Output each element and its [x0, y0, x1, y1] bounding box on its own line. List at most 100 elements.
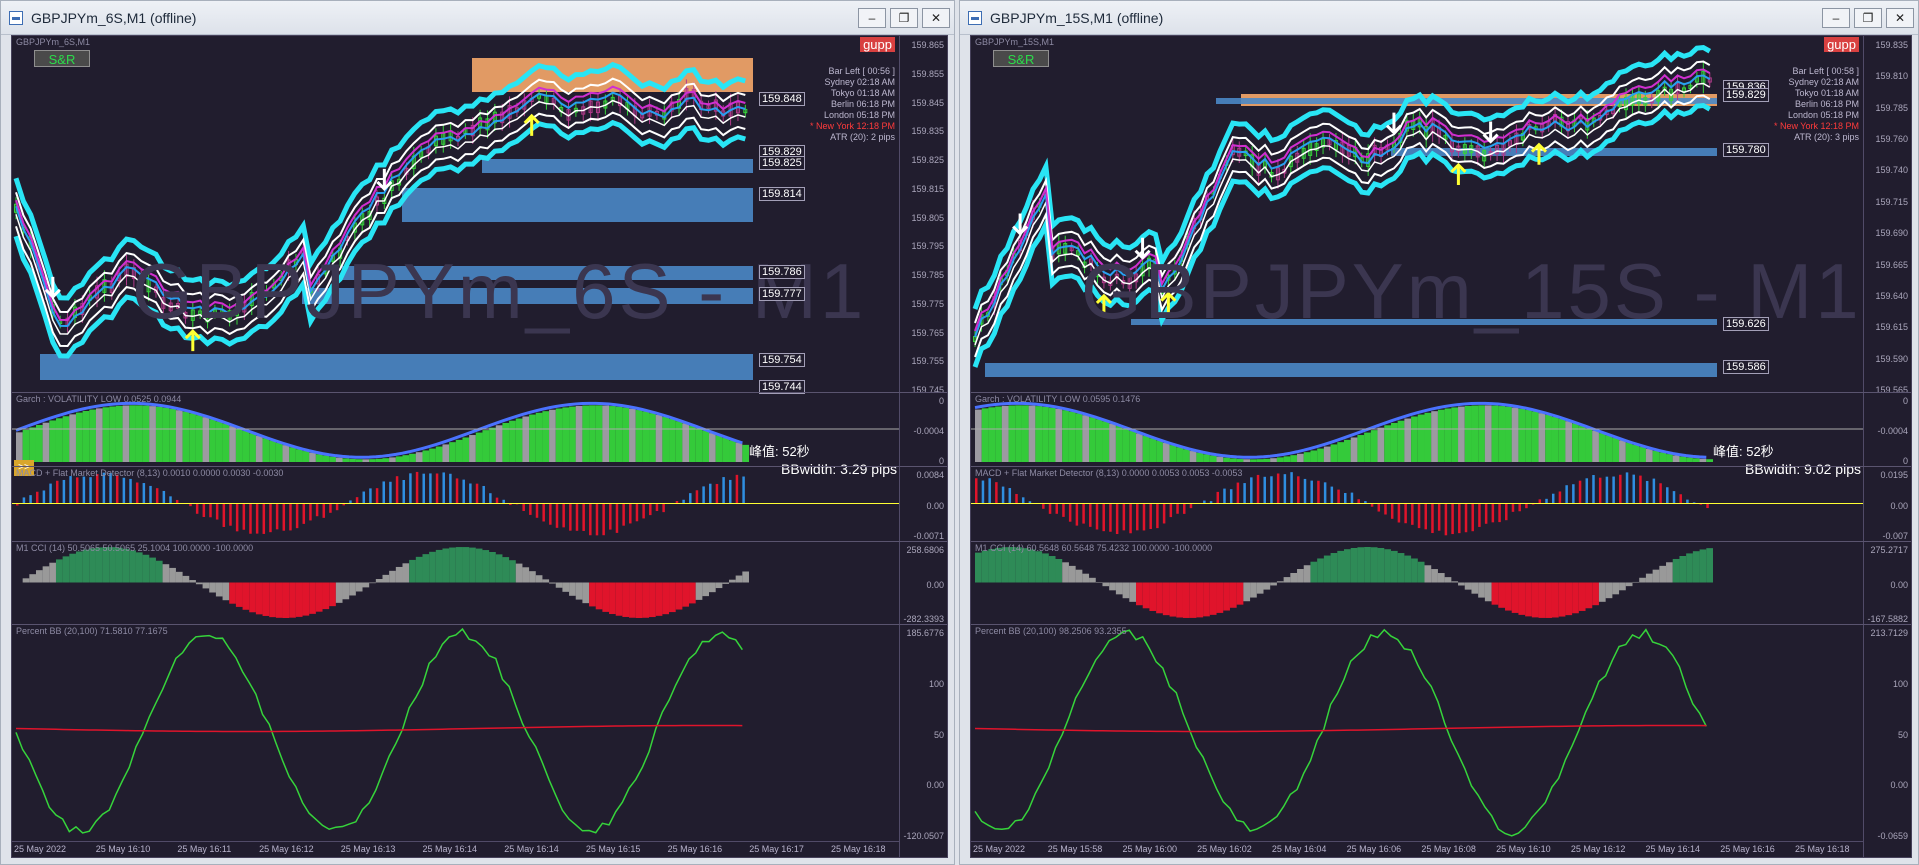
- maximize-button[interactable]: ❐: [890, 8, 918, 28]
- garch-bar: [1605, 435, 1613, 462]
- cci-bar: [389, 570, 396, 583]
- time-label: 25 May 16:17: [749, 844, 804, 854]
- macd-bar: [1256, 474, 1260, 504]
- minimize-button[interactable]: –: [1822, 8, 1850, 28]
- cci-bar: [1344, 549, 1351, 583]
- minimize-button[interactable]: –: [858, 8, 886, 28]
- cci-bar: [262, 582, 270, 616]
- cci-bar: [1330, 553, 1338, 583]
- macd-bar: [302, 503, 306, 524]
- garch-bar: [102, 407, 110, 462]
- cci-bar: [622, 582, 630, 617]
- cci-bar: [715, 582, 723, 589]
- cci-bar: [1384, 549, 1391, 583]
- macd-bar: [1317, 480, 1320, 504]
- garch-bar: [1370, 430, 1378, 462]
- cci-bar: [322, 582, 330, 610]
- time-axis[interactable]: 25 May 2022 25 May 15:58 25 May 16:00 25 Ma…: [971, 841, 1863, 857]
- indicator-tick: -0.0659: [1877, 831, 1908, 841]
- cci-bar: [1129, 582, 1137, 602]
- indicator-tick: -167.5882: [1867, 614, 1908, 624]
- session-line: Sydney 02:18 AM: [1788, 77, 1859, 87]
- percent-bb-signal: [974, 724, 1707, 733]
- maximize-button[interactable]: ❐: [1854, 8, 1882, 28]
- macd-bar: [35, 491, 39, 504]
- macd-bar: [522, 503, 525, 511]
- macd-bar: [122, 477, 126, 504]
- garch-bar: [1290, 455, 1298, 462]
- indicator-tick: -0.0004: [1877, 426, 1908, 436]
- price-tick: 159.785: [911, 270, 944, 280]
- macd-bar: [369, 488, 372, 504]
- macd-bar: [615, 503, 619, 533]
- macd-bar: [142, 483, 146, 504]
- macd-bar: [1444, 503, 1448, 536]
- garch-bar: [155, 406, 163, 462]
- chart-window-15s[interactable]: GBPJPYm_15S,M1 (offline) – ❐ ✕ GBPJPYm_1…: [959, 0, 1919, 865]
- close-button[interactable]: ✕: [1886, 8, 1914, 28]
- time-label: 25 May 16:10: [95, 844, 151, 854]
- macd-bar: [1645, 480, 1649, 504]
- macd-bar: [662, 503, 665, 513]
- chart-window-6s[interactable]: GBPJPYm_6S,M1 (offline) – ❐ ✕ GBPJPYm_6S…: [0, 0, 955, 865]
- close-button[interactable]: ✕: [922, 8, 950, 28]
- price-tick: 159.745: [911, 385, 944, 395]
- garch-bar: [582, 405, 590, 462]
- cci-bar: [455, 547, 463, 583]
- cci-bar: [1612, 582, 1620, 595]
- session-line: Bar Left [ 00:56 ]: [828, 66, 895, 76]
- macd-bar: [549, 503, 552, 525]
- garch-bar: [1323, 446, 1331, 462]
- title-bar[interactable]: GBPJPYm_6S,M1 (offline) – ❐ ✕: [1, 1, 954, 35]
- garch-bar: [1498, 406, 1506, 462]
- macd-bar: [82, 476, 86, 504]
- macd-bar: [69, 476, 72, 504]
- garch-bar: [1048, 407, 1056, 462]
- cci-bar: [1699, 549, 1707, 583]
- macd-bar: [1229, 489, 1233, 504]
- macd-bar: [1068, 503, 1072, 522]
- garch-bar: [1444, 408, 1452, 462]
- cci-bar: [1672, 558, 1680, 583]
- garch-bar: [1350, 437, 1358, 462]
- sr-button[interactable]: S&R: [34, 50, 90, 67]
- cci-bar: [1075, 569, 1083, 583]
- cci-bar: [629, 582, 636, 618]
- cci-bar: [1679, 556, 1687, 583]
- garch-bar: [715, 435, 723, 462]
- zone-price-label: 159.626: [1723, 317, 1769, 331]
- chart-area[interactable]: GBPJPYm_6S - M1 GBPJPYm_6S,M1 159.848 159.8…: [11, 35, 948, 858]
- time-axis[interactable]: 25 May 2022 25 May 16:10 25 May 16:11 25 Ma…: [12, 841, 899, 857]
- indicator-tick: 0: [1902, 396, 1908, 406]
- garch-bar: [1035, 406, 1043, 462]
- cci-bar: [1203, 582, 1210, 617]
- garch-bar: [189, 413, 196, 462]
- macd-bar: [981, 480, 985, 504]
- garch-bar: [175, 410, 183, 462]
- cci-bar: [1377, 547, 1385, 583]
- price-tick: 159.785: [1875, 102, 1908, 113]
- garch-bar: [1632, 444, 1640, 462]
- title-bar[interactable]: GBPJPYm_15S,M1 (offline) – ❐ ✕: [960, 1, 1918, 35]
- zone-box: [40, 354, 753, 380]
- chart-area[interactable]: GBPJPYm_15S - M1 GBPJPYm_15S,M1 159.836 159…: [970, 35, 1912, 858]
- cci-bar: [1706, 548, 1713, 583]
- macd-bar: [529, 503, 532, 515]
- garch-bar: [469, 435, 476, 462]
- garch-bar: [1075, 413, 1083, 462]
- macd-bar: [315, 503, 319, 517]
- cci-bar: [335, 582, 343, 603]
- cci-bar: [1498, 582, 1506, 608]
- macd-bar: [95, 474, 99, 504]
- garch-bar: [1216, 456, 1224, 462]
- cci-bar: [1491, 582, 1499, 605]
- macd-bar: [62, 479, 66, 504]
- macd-bar: [462, 479, 465, 504]
- macd-bar: [709, 483, 712, 504]
- sr-button[interactable]: S&R: [993, 50, 1049, 67]
- cci-bar: [1082, 573, 1090, 583]
- garch-bar: [1129, 430, 1137, 462]
- garch-bar: [1229, 458, 1237, 462]
- macd-bar: [1350, 492, 1354, 504]
- time-label: 25 May 16:12: [259, 844, 314, 854]
